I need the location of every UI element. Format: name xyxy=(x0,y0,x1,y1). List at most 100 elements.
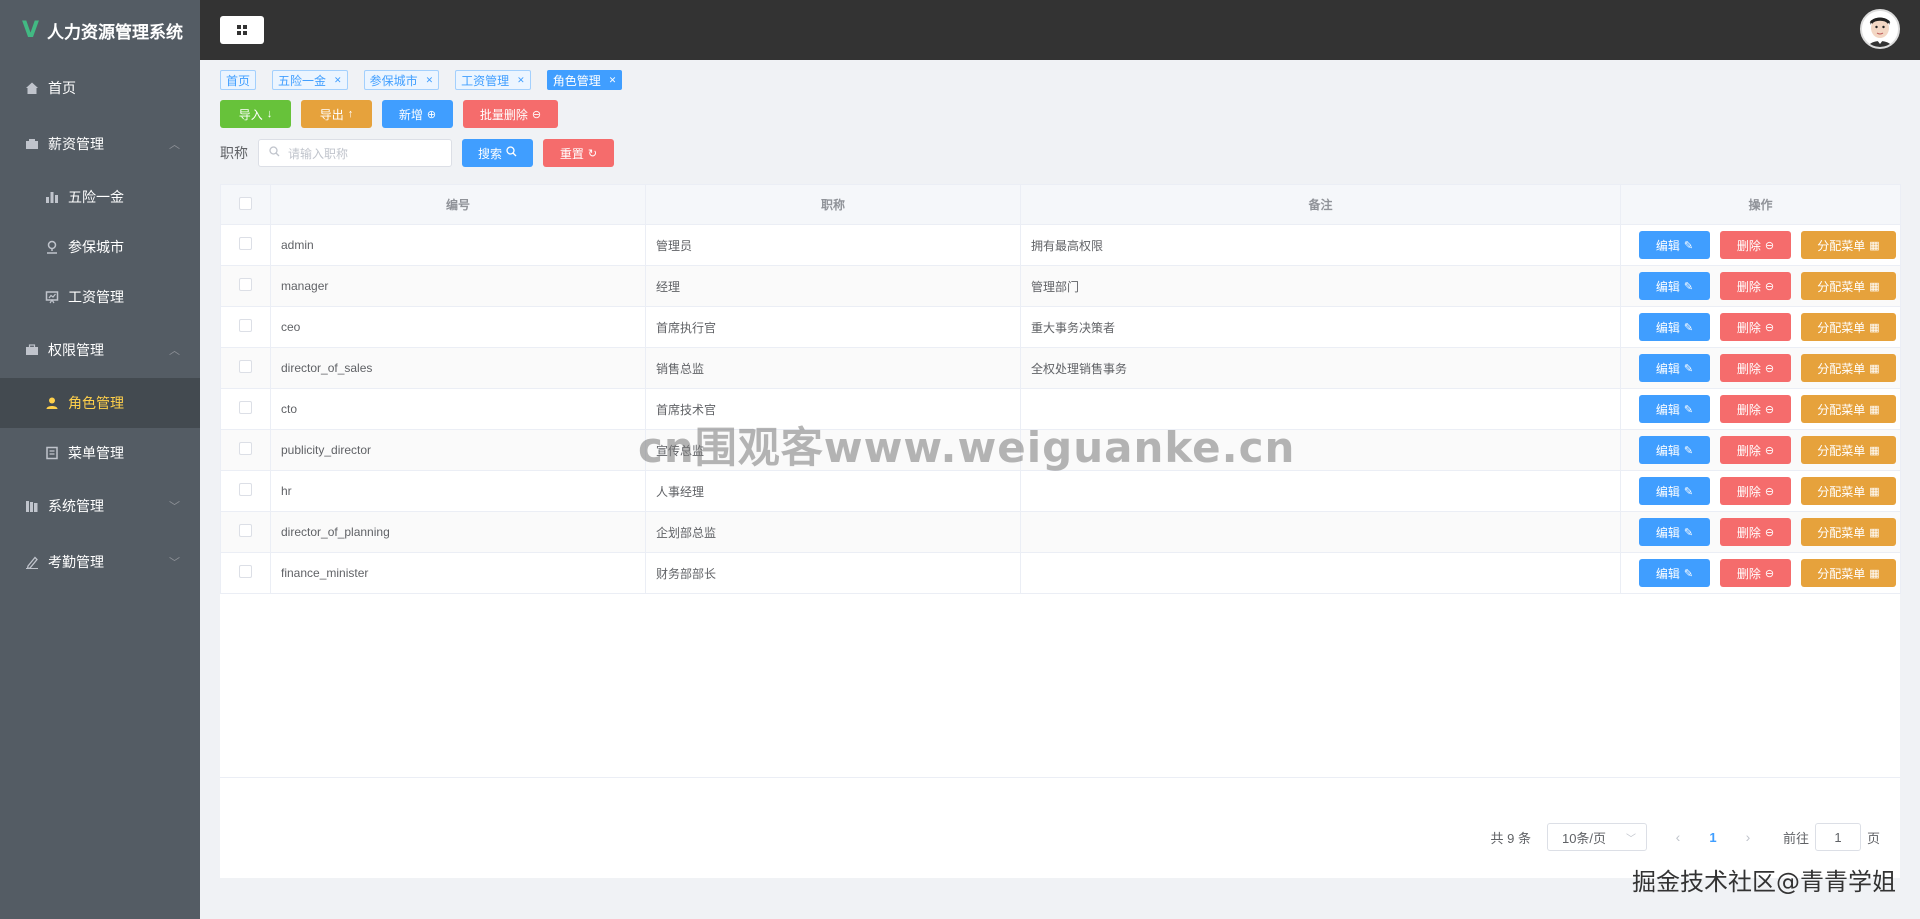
sidebar-item-role[interactable]: 角色管理 xyxy=(0,378,200,428)
prev-page-icon[interactable]: ‹ xyxy=(1663,829,1693,845)
edit-button[interactable]: 编辑 ✎ xyxy=(1639,354,1710,382)
delete-button[interactable]: 删除 ⊖ xyxy=(1720,436,1791,464)
edit-button[interactable]: 编辑 ✎ xyxy=(1639,231,1710,259)
table-row: director_of_planning 企划部总监 编辑 ✎ 删除 ⊖ 分配菜单 ▦ xyxy=(220,511,1901,553)
row-checkbox[interactable] xyxy=(239,360,252,373)
sidebar-item-insurance[interactable]: 五险一金 xyxy=(0,172,200,222)
edit-button[interactable]: 编辑 ✎ xyxy=(1639,518,1710,546)
sidebar-item-label: 权限管理 xyxy=(48,342,104,358)
page-number-current[interactable]: 1 xyxy=(1693,830,1733,845)
search-placeholder: 请输入职称 xyxy=(288,146,349,161)
delete-button[interactable]: 删除 ⊖ xyxy=(1720,354,1791,382)
delete-button[interactable]: 删除 ⊖ xyxy=(1720,477,1791,505)
goto-page-input[interactable]: 1 xyxy=(1814,823,1861,851)
tag-label: 角色管理 xyxy=(552,73,601,88)
tag-label: 五险一金 xyxy=(278,73,327,88)
delete-button[interactable]: 删除 ⊖ xyxy=(1720,518,1791,546)
row-select-cell xyxy=(220,306,271,348)
row-checkbox[interactable] xyxy=(239,442,252,455)
assign-menu-button[interactable]: 分配菜单 ▦ xyxy=(1801,477,1896,505)
assign-menu-button[interactable]: 分配菜单 ▦ xyxy=(1801,313,1896,341)
page-size-select[interactable]: 10条/页 ﹀ xyxy=(1546,823,1647,851)
edit-button[interactable]: 编辑 ✎ xyxy=(1639,559,1710,587)
avatar[interactable] xyxy=(1860,9,1900,49)
bar-chart-icon xyxy=(44,189,60,205)
edit-button[interactable]: 编辑 ✎ xyxy=(1639,436,1710,464)
chevron-down-icon: ﹀ xyxy=(169,557,180,569)
column-header-id: 编号 xyxy=(270,184,646,225)
document-icon xyxy=(44,445,60,461)
export-label: 导出 xyxy=(319,107,344,122)
batch-delete-button[interactable]: 批量删除 ⊖ xyxy=(463,100,558,128)
edit-button[interactable]: 编辑 ✎ xyxy=(1639,395,1710,423)
edit-label: 编辑 xyxy=(1655,238,1680,253)
tag-insurance[interactable]: 五险一金 ✕ xyxy=(272,70,348,90)
search-button[interactable]: 搜索 xyxy=(462,139,533,167)
row-checkbox[interactable] xyxy=(239,319,252,332)
assign-menu-button[interactable]: 分配菜单 ▦ xyxy=(1801,231,1896,259)
row-checkbox[interactable] xyxy=(239,524,252,537)
sidebar-item-permission[interactable]: 权限管理 ︿ xyxy=(0,322,200,378)
edit-icon: ✎ xyxy=(1683,362,1694,375)
app-logo[interactable]: V 人力资源管理系统 xyxy=(0,0,200,60)
sidebar-item-salary[interactable]: 薪资管理 ︿ xyxy=(0,116,200,172)
assign-menu-button[interactable]: 分配菜单 ▦ xyxy=(1801,395,1896,423)
close-icon[interactable]: ✕ xyxy=(426,75,434,86)
tag-role[interactable]: 角色管理 ✕ xyxy=(546,70,623,90)
row-checkbox[interactable] xyxy=(239,483,252,496)
delete-button[interactable]: 删除 ⊖ xyxy=(1720,313,1791,341)
edit-label: 编辑 xyxy=(1655,320,1680,335)
delete-button[interactable]: 删除 ⊖ xyxy=(1720,231,1791,259)
table-divider xyxy=(220,777,1900,778)
assign-menu-button[interactable]: 分配菜单 ▦ xyxy=(1801,272,1896,300)
sidebar: V 人力资源管理系统 首页 薪资管理 ︿ 五险一金 参保城市 工资管理 权限管理… xyxy=(0,0,200,919)
collapse-sidebar-button[interactable] xyxy=(220,16,264,44)
assign-menu-button[interactable]: 分配菜单 ▦ xyxy=(1801,354,1896,382)
row-checkbox[interactable] xyxy=(239,237,252,250)
row-checkbox[interactable] xyxy=(239,401,252,414)
export-button[interactable]: 导出 ↑ xyxy=(301,100,372,128)
next-page-icon[interactable]: › xyxy=(1733,829,1763,845)
close-icon[interactable]: ✕ xyxy=(517,75,525,86)
close-icon[interactable]: ✕ xyxy=(609,75,617,86)
sidebar-item-menu[interactable]: 菜单管理 xyxy=(0,428,200,478)
row-checkbox[interactable] xyxy=(239,565,252,578)
tag-insured-city[interactable]: 参保城市 ✕ xyxy=(363,70,440,90)
grid-icon: ▦ xyxy=(1869,280,1880,293)
sidebar-item-insured-city[interactable]: 参保城市 xyxy=(0,222,200,272)
row-select-cell xyxy=(220,265,271,307)
tag-home[interactable]: 首页 xyxy=(220,70,257,90)
edit-button[interactable]: 编辑 ✎ xyxy=(1639,477,1710,505)
row-actions: 编辑 ✎ 删除 ⊖ 分配菜单 ▦ xyxy=(1631,231,1900,259)
assign-menu-button[interactable]: 分配菜单 ▦ xyxy=(1801,559,1896,587)
assign-menu-button[interactable]: 分配菜单 ▦ xyxy=(1801,518,1896,546)
delete-button[interactable]: 删除 ⊖ xyxy=(1720,272,1791,300)
cell-actions: 编辑 ✎ 删除 ⊖ 分配菜单 ▦ xyxy=(1620,388,1901,430)
close-icon[interactable]: ✕ xyxy=(334,75,342,86)
delete-button[interactable]: 删除 ⊖ xyxy=(1720,559,1791,587)
delete-label: 删除 xyxy=(1736,525,1761,540)
sidebar-item-attendance[interactable]: 考勤管理 ﹀ xyxy=(0,534,200,590)
row-checkbox[interactable] xyxy=(239,278,252,291)
edit-button[interactable]: 编辑 ✎ xyxy=(1639,272,1710,300)
sidebar-item-wage[interactable]: 工资管理 xyxy=(0,272,200,322)
assign-menu-button[interactable]: 分配菜单 ▦ xyxy=(1801,436,1896,464)
edit-button[interactable]: 编辑 ✎ xyxy=(1639,313,1710,341)
edit-label: 编辑 xyxy=(1655,279,1680,294)
select-all-checkbox[interactable] xyxy=(239,196,252,210)
chevron-up-icon: ︿ xyxy=(169,139,180,151)
search-input[interactable]: 请输入职称 xyxy=(258,139,452,167)
sidebar-item-label: 薪资管理 xyxy=(48,136,104,152)
sidebar-item-system[interactable]: 系统管理 ﹀ xyxy=(0,478,200,534)
delete-button[interactable]: 删除 ⊖ xyxy=(1720,395,1791,423)
cell-title: 销售总监 xyxy=(645,347,1021,389)
import-button[interactable]: 导入 ↓ xyxy=(220,100,291,128)
add-button[interactable]: 新增 ⊕ xyxy=(382,100,453,128)
row-actions: 编辑 ✎ 删除 ⊖ 分配菜单 ▦ xyxy=(1631,477,1900,505)
circle-minus-icon: ⊖ xyxy=(1764,526,1775,539)
circle-minus-icon: ⊖ xyxy=(1764,239,1775,252)
sidebar-item-home[interactable]: 首页 xyxy=(0,60,200,116)
reset-button[interactable]: 重置 ↻ xyxy=(543,139,614,167)
tag-wage[interactable]: 工资管理 ✕ xyxy=(455,70,531,90)
wallet-icon xyxy=(24,136,40,152)
